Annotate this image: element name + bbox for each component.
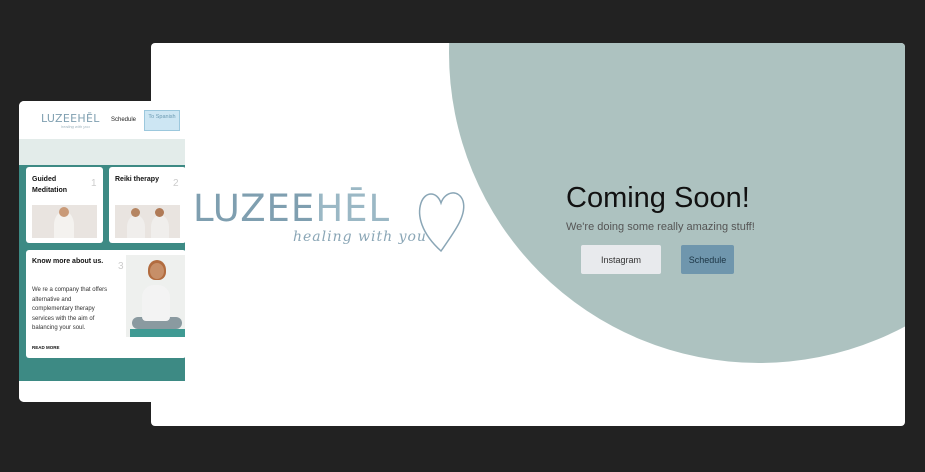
card-title: Guided Meditation — [32, 176, 67, 194]
card-number: 2 — [173, 178, 179, 189]
yoga-photo — [126, 255, 185, 337]
logo-tagline: healing with you — [293, 229, 427, 245]
mobile-hero: Guided Meditation 1 Reiki therapy 2 Know… — [19, 139, 185, 381]
card-number: 1 — [91, 178, 97, 189]
nav-schedule-link[interactable]: Schedule — [111, 117, 136, 123]
card-title: Reiki therapy — [115, 176, 159, 183]
page-subtitle: We're doing some really amazing stuff! — [566, 221, 755, 233]
mobile-footer — [19, 381, 185, 402]
heart-icon — [418, 192, 465, 253]
desktop-preview: LUZEEHĒL healing with you Coming Soon! W… — [151, 43, 905, 426]
read-more-link[interactable]: READ MORE — [32, 345, 60, 350]
schedule-button[interactable]: Schedule — [681, 245, 734, 274]
hero-top-band — [19, 139, 185, 165]
page-title: Coming Soon! — [566, 182, 750, 214]
mobile-header: LUZEEHĒL healing with you Schedule To Sp… — [19, 101, 185, 139]
meditation-photo — [32, 205, 97, 238]
mobile-logo-tagline: healing with you — [61, 124, 90, 129]
brand-logo: LUZEEHĒL healing with you — [193, 187, 468, 262]
about-card: Know more about us. 3 We re a company th… — [26, 250, 185, 358]
instagram-button[interactable]: Instagram — [581, 245, 661, 274]
about-title: Know more about us. — [32, 258, 104, 265]
service-card-guided-meditation[interactable]: Guided Meditation 1 — [26, 167, 103, 243]
mobile-preview: LUZEEHĒL healing with you Schedule To Sp… — [19, 101, 185, 402]
to-spanish-button[interactable]: To Spanish — [144, 110, 180, 131]
service-card-reiki-therapy[interactable]: Reiki therapy 2 — [109, 167, 185, 243]
logo-wordmark: LUZEEHĒL — [193, 187, 391, 230]
about-body: We re a company that offers alternative … — [32, 287, 108, 332]
card-number: 3 — [118, 261, 124, 272]
reiki-photo — [115, 205, 180, 238]
